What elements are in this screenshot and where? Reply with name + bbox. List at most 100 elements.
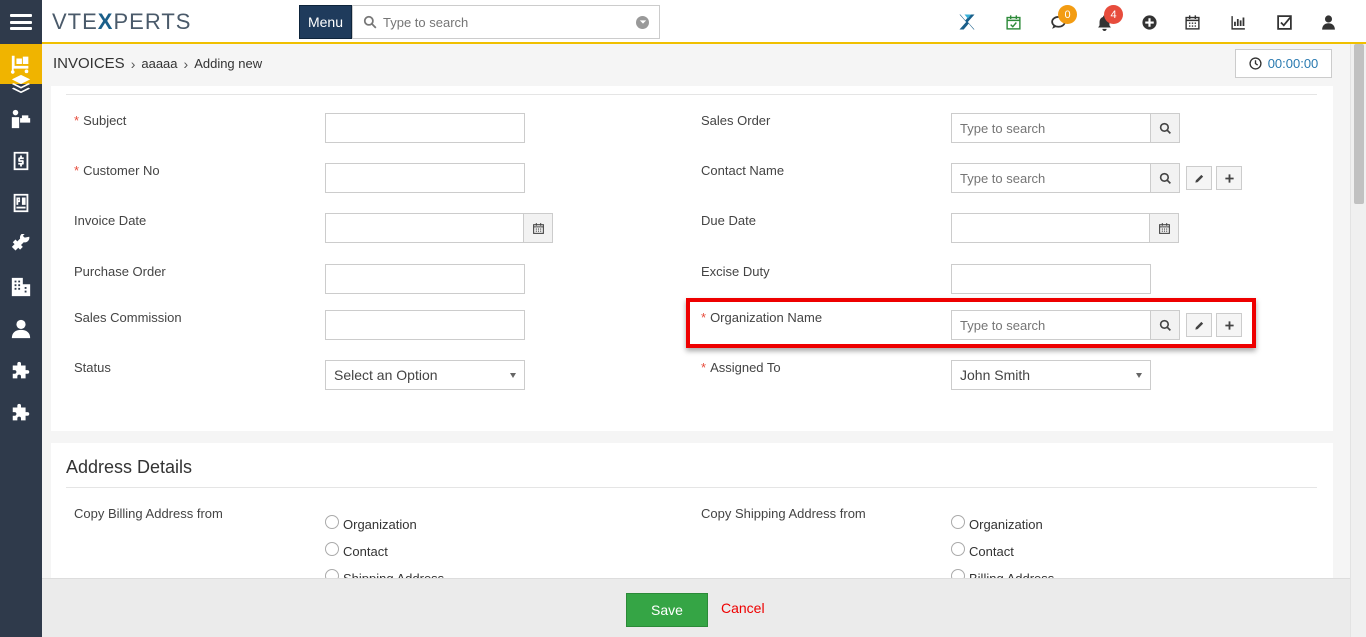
contact-add-button[interactable] bbox=[1216, 166, 1242, 190]
shipping-from-contact[interactable]: Contact bbox=[951, 541, 1014, 559]
sidebar-item-services[interactable] bbox=[0, 98, 42, 140]
breadcrumb-action: Adding new bbox=[194, 56, 263, 71]
contact-name-input[interactable] bbox=[952, 164, 1150, 192]
sidebar-item-extensions[interactable] bbox=[0, 350, 42, 392]
chevron-down-icon[interactable] bbox=[636, 15, 649, 29]
customer-no-field[interactable] bbox=[325, 163, 525, 193]
scrollbar-thumb[interactable] bbox=[1354, 44, 1364, 204]
subject-field[interactable] bbox=[325, 113, 525, 143]
company-logo[interactable]: VTEXPERTS bbox=[52, 9, 191, 35]
status-label: Status bbox=[74, 360, 111, 375]
breadcrumb-module[interactable]: Invoices bbox=[53, 55, 125, 72]
subject-label: * Subject bbox=[74, 113, 127, 128]
timer-value: 00:00:00 bbox=[1267, 56, 1319, 71]
page-scrollbar[interactable] bbox=[1350, 44, 1366, 637]
sidebar-item-organizations[interactable] bbox=[0, 266, 42, 308]
contact-search-button[interactable] bbox=[1150, 163, 1180, 193]
address-details-panel: Address Details Copy Billing Address fro… bbox=[51, 443, 1333, 586]
sidebar-item-tools[interactable] bbox=[0, 224, 42, 266]
excise-duty-input[interactable] bbox=[952, 265, 1150, 293]
form-footer: Save Cancel bbox=[42, 578, 1350, 637]
sales-order-field[interactable] bbox=[951, 113, 1151, 143]
sidebar-item-products[interactable] bbox=[0, 70, 42, 98]
invoice-date-input[interactable] bbox=[326, 214, 524, 242]
shipping-from-organization[interactable]: Organization bbox=[951, 514, 1043, 532]
pencil-icon bbox=[1194, 174, 1203, 183]
invoice-date-field[interactable] bbox=[325, 213, 525, 243]
purchase-order-field[interactable] bbox=[325, 264, 525, 294]
save-button[interactable]: Save bbox=[626, 593, 708, 627]
chevron-right-icon: › bbox=[183, 55, 189, 72]
sales-order-search-button[interactable] bbox=[1150, 113, 1180, 143]
breadcrumb: Invoices › aaaaa › Adding new bbox=[53, 55, 262, 72]
calendar-icon bbox=[532, 222, 544, 234]
invoice-date-picker-button[interactable] bbox=[523, 213, 553, 243]
tasks-icon[interactable] bbox=[1274, 12, 1294, 32]
assigned-to-label: * Assigned To bbox=[701, 360, 781, 375]
invoice-details-panel: * Subject * Customer No Invoice Date Purch… bbox=[51, 86, 1333, 431]
divider bbox=[66, 487, 1317, 488]
billing-from-contact[interactable]: Contact bbox=[325, 541, 388, 559]
radio-button[interactable] bbox=[951, 541, 965, 556]
add-circle-icon[interactable] bbox=[1139, 12, 1159, 32]
contacts-icon bbox=[11, 319, 31, 339]
bell-icon[interactable]: 4 bbox=[1094, 5, 1123, 32]
excise-duty-label: Excise Duty bbox=[701, 264, 770, 279]
breadcrumb-record[interactable]: aaaaa bbox=[141, 56, 177, 71]
subject-input[interactable] bbox=[326, 114, 524, 142]
breadcrumb-bar: Invoices › aaaaa › Adding new 00:00:00 bbox=[42, 44, 1350, 86]
assigned-to-select[interactable]: John Smith bbox=[951, 360, 1151, 390]
cancel-link[interactable]: Cancel bbox=[721, 600, 765, 616]
sidebar-item-extensions-2[interactable] bbox=[0, 392, 42, 434]
app-menu-button[interactable] bbox=[0, 0, 42, 44]
search-icon bbox=[1159, 122, 1171, 134]
radio-button[interactable] bbox=[325, 514, 339, 529]
due-date-input[interactable] bbox=[952, 214, 1150, 242]
chat-icon[interactable]: 0 bbox=[1048, 5, 1077, 32]
organizations-icon bbox=[11, 277, 31, 297]
invoice-icon bbox=[13, 151, 29, 171]
sidebar-item-invoice[interactable] bbox=[0, 140, 42, 182]
calendar-icon bbox=[1158, 222, 1170, 234]
chat-badge: 0 bbox=[1058, 5, 1077, 24]
calendar-icon[interactable] bbox=[1182, 12, 1202, 32]
due-date-label: Due Date bbox=[701, 213, 756, 228]
purchase-order-label: Purchase Order bbox=[74, 264, 166, 279]
plus-icon bbox=[1224, 173, 1234, 183]
radio-button[interactable] bbox=[951, 514, 965, 529]
search-icon bbox=[363, 15, 377, 29]
contact-name-field[interactable] bbox=[951, 163, 1151, 193]
sidebar-item-purchase-order[interactable] bbox=[0, 182, 42, 224]
contact-edit-button[interactable] bbox=[1186, 166, 1212, 190]
status-select[interactable]: Select an Option bbox=[325, 360, 525, 390]
status-select-value: Select an Option bbox=[334, 367, 438, 383]
radio-button[interactable] bbox=[325, 541, 339, 556]
services-icon bbox=[11, 109, 31, 129]
divider bbox=[66, 94, 1317, 95]
sales-commission-field[interactable] bbox=[325, 310, 525, 340]
sidebar-item-contacts[interactable] bbox=[0, 308, 42, 350]
purchase-order-input[interactable] bbox=[326, 265, 524, 293]
global-search[interactable] bbox=[352, 5, 660, 39]
due-date-picker-button[interactable] bbox=[1149, 213, 1179, 243]
customer-no-input[interactable] bbox=[326, 164, 524, 192]
due-date-field[interactable] bbox=[951, 213, 1151, 243]
chevron-right-icon: › bbox=[130, 55, 136, 72]
sales-order-input[interactable] bbox=[952, 114, 1150, 142]
menu-button[interactable]: Menu bbox=[299, 5, 352, 39]
billing-from-organization[interactable]: Organization bbox=[325, 514, 417, 532]
sales-commission-label: Sales Commission bbox=[74, 310, 182, 325]
notification-badge: 4 bbox=[1104, 5, 1123, 24]
left-sidebar bbox=[0, 0, 42, 637]
customer-no-label: * Customer No bbox=[74, 163, 160, 178]
calendar-check-icon[interactable] bbox=[1003, 12, 1023, 32]
excise-duty-field[interactable] bbox=[951, 264, 1151, 294]
user-profile-icon[interactable] bbox=[1318, 12, 1338, 32]
global-search-input[interactable] bbox=[383, 14, 636, 30]
tools-icon bbox=[11, 234, 30, 251]
timer-button[interactable]: 00:00:00 bbox=[1235, 49, 1332, 78]
vtexperts-icon[interactable] bbox=[957, 12, 977, 32]
sales-commission-input[interactable] bbox=[326, 311, 524, 339]
reports-icon[interactable] bbox=[1228, 12, 1248, 32]
search-icon bbox=[1159, 172, 1171, 184]
